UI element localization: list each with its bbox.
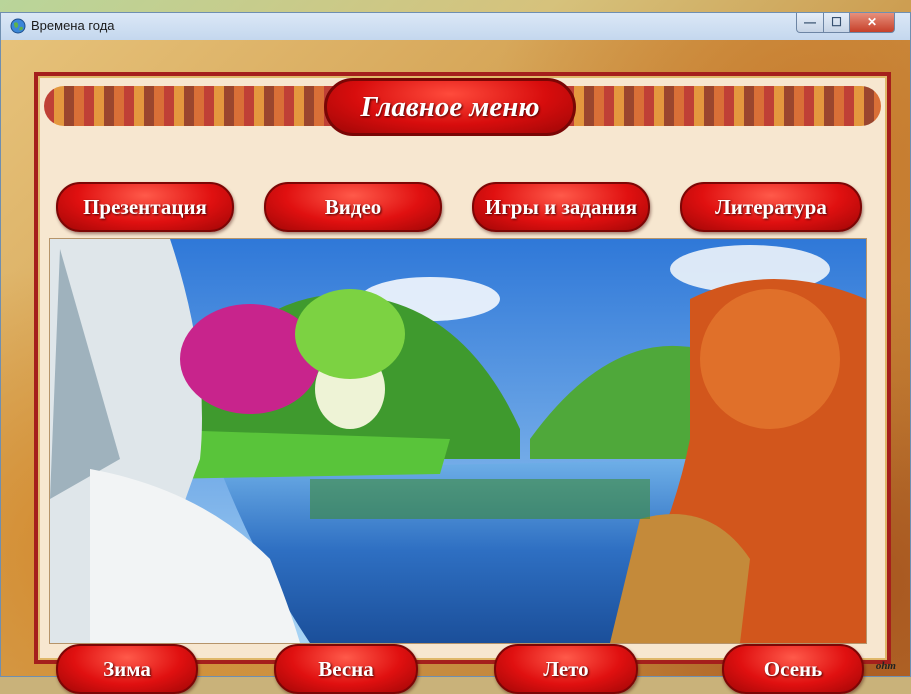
- watermark: ohm: [875, 660, 896, 672]
- menu-frame: Главное меню Презентация Видео Игры и за…: [34, 72, 891, 694]
- summer-button[interactable]: Лето: [494, 644, 638, 694]
- close-button[interactable]: ✕: [849, 13, 895, 33]
- window-title: Времена года: [31, 18, 115, 33]
- winter-button[interactable]: Зима: [56, 644, 198, 694]
- maximize-button[interactable]: ☐: [823, 13, 850, 33]
- games-and-tasks-button[interactable]: Игры и задания: [472, 182, 650, 232]
- presentation-button[interactable]: Презентация: [56, 182, 234, 232]
- client-area: Главное меню Презентация Видео Игры и за…: [1, 40, 910, 694]
- autumn-button[interactable]: Осень: [722, 644, 864, 694]
- app-window: Времена года — ☐ ✕ Главное меню Презента…: [0, 12, 911, 694]
- app-globe-icon: [10, 18, 26, 34]
- window-titlebar[interactable]: Времена года — ☐ ✕: [1, 13, 910, 41]
- four-seasons-landscape-image: [49, 238, 867, 644]
- main-menu-title-button[interactable]: Главное меню: [324, 78, 576, 136]
- spring-button[interactable]: Весна: [274, 644, 418, 694]
- minimize-button[interactable]: —: [796, 13, 824, 33]
- video-button[interactable]: Видео: [264, 182, 442, 232]
- literature-button[interactable]: Литература: [680, 182, 862, 232]
